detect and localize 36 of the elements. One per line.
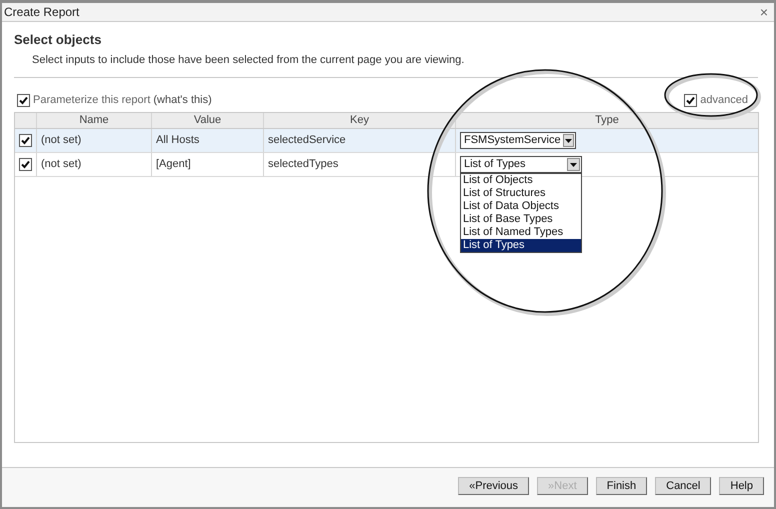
dialog-button[interactable]: Finish [596,476,648,494]
dropdown-option[interactable]: List of Base Types [461,213,581,226]
column-header: Key [350,113,369,128]
close-button[interactable]: × [756,5,772,19]
column-header: Name [79,113,109,128]
dropdown-option[interactable]: List of Objects [461,174,581,187]
dropdown-field[interactable]: FSMSystemService [460,132,576,149]
dropdown-option[interactable]: List of Types [461,239,581,252]
dropdown-field[interactable]: List of Types [460,156,582,173]
option-label: Parameterize this report [33,92,150,108]
dropdown-option[interactable]: List of Structures [461,187,581,200]
dropdown-option[interactable]: List of Named Types [461,226,581,239]
page-heading: Select objects [14,31,102,49]
checkbox[interactable] [19,158,32,171]
table-cell-text: selectedTypes [268,157,338,172]
table-cell-text: (not set) [41,157,82,172]
column-header: Value [194,113,222,128]
table-cell-text: [Agent] [156,157,191,172]
instructions-text: Select inputs to include those have been selected from the current page you are viewing. [31,52,466,68]
checkbox[interactable] [19,134,32,147]
column-header: Type [595,113,619,128]
dialog-button[interactable]: Cancel [655,476,712,494]
table-cell-text: selectedService [268,133,346,148]
dialog-button[interactable]: «Previous [458,476,530,494]
help-link[interactable]: (what's this) [153,92,212,108]
dialog-button[interactable]: Help [719,476,764,494]
caret-icon [567,158,580,171]
option-label: advanced [700,92,748,108]
table-row[interactable]: (not set) All Hosts selectedService FSMSystemService [15,129,758,153]
table-cell-text: (not set) [41,133,82,148]
dropdown-option[interactable]: List of Data Objects [461,200,581,213]
caret-icon [562,134,574,147]
checkbox[interactable] [684,94,698,106]
table-cell-text: All Hosts [156,133,200,148]
window-title: Create Report [4,4,80,21]
checkbox[interactable] [17,94,30,106]
